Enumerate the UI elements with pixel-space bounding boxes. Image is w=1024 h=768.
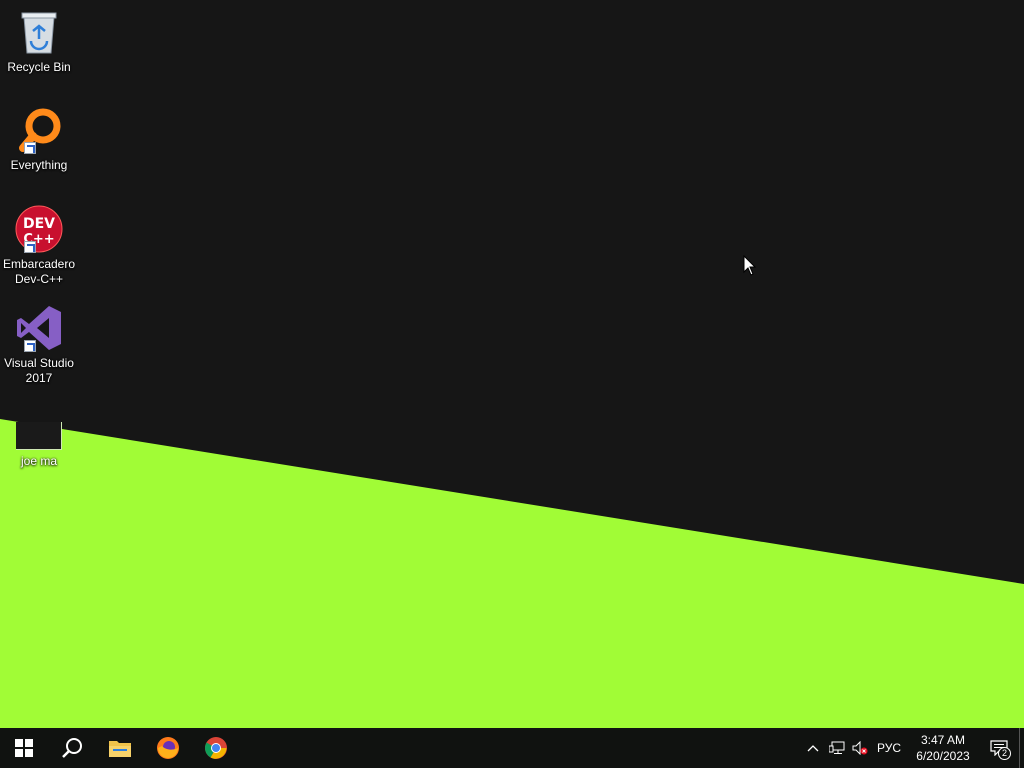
desktop-icon-recycle-bin[interactable]: Recycle Bin xyxy=(2,8,76,75)
desktop-wallpaper xyxy=(0,0,1024,728)
system-tray: РУС 3:47 AM 6/20/2023 2 xyxy=(801,728,1024,768)
desktop-icon-everything[interactable]: Everything xyxy=(2,106,76,173)
recycle-bin-icon xyxy=(15,8,63,56)
mouse-pointer-icon xyxy=(743,255,757,276)
desktop-icon-joe-ma[interactable]: joe ma xyxy=(2,414,76,469)
start-button[interactable] xyxy=(0,728,48,768)
visual-studio-icon xyxy=(15,304,63,352)
desktop-icon-label: Recycle Bin xyxy=(7,60,71,74)
search-button[interactable] xyxy=(48,728,96,768)
desktop-icon-label: Visual Studio 2017 xyxy=(4,356,74,385)
language-indicator[interactable]: РУС xyxy=(871,728,907,768)
chrome-button[interactable] xyxy=(192,728,240,768)
volume-muted-icon xyxy=(852,741,868,755)
devcpp-icon: DEV C++ xyxy=(15,205,63,253)
firefox-button[interactable] xyxy=(144,728,192,768)
network-button[interactable] xyxy=(825,728,849,768)
chrome-icon xyxy=(205,737,227,759)
clock-date: 6/20/2023 xyxy=(916,749,970,763)
desktop-icon-area: Recycle Bin Everything DEV C++ Embarcade… xyxy=(0,0,80,728)
action-center-button[interactable]: 2 xyxy=(979,728,1019,768)
folder-icon xyxy=(16,422,62,450)
volume-button[interactable] xyxy=(849,728,871,768)
shortcut-arrow-icon xyxy=(24,340,36,352)
clock-time: 3:47 AM xyxy=(920,733,966,747)
svg-text:DEV: DEV xyxy=(23,216,55,232)
desktop-icon-devcpp[interactable]: DEV C++ Embarcadero Dev-C++ xyxy=(2,205,76,287)
desktop-icon-visual-studio[interactable]: Visual Studio 2017 xyxy=(2,304,76,386)
desktop-icon-label: Everything xyxy=(10,158,68,172)
shortcut-arrow-icon xyxy=(24,241,36,253)
desktop-icon-label: joe ma xyxy=(20,454,58,468)
file-explorer-icon xyxy=(109,741,131,757)
shortcut-arrow-icon xyxy=(24,142,36,154)
network-icon xyxy=(829,741,845,754)
windows-logo-icon xyxy=(15,739,33,757)
wallpaper-green-shape xyxy=(0,419,1024,728)
show-hidden-icons-button[interactable] xyxy=(801,728,825,768)
desktop-icon-label: Embarcadero Dev-C++ xyxy=(2,257,76,286)
show-desktop-button[interactable] xyxy=(1019,728,1024,768)
search-icon xyxy=(62,738,82,758)
clock-button[interactable]: 3:47 AM 6/20/2023 xyxy=(907,728,979,768)
firefox-icon xyxy=(157,737,179,759)
everything-search-icon xyxy=(15,106,63,154)
chevron-up-icon xyxy=(807,745,819,752)
notification-count-badge: 2 xyxy=(998,747,1011,760)
taskbar: РУС 3:47 AM 6/20/2023 2 xyxy=(0,728,1024,768)
file-explorer-button[interactable] xyxy=(96,728,144,768)
